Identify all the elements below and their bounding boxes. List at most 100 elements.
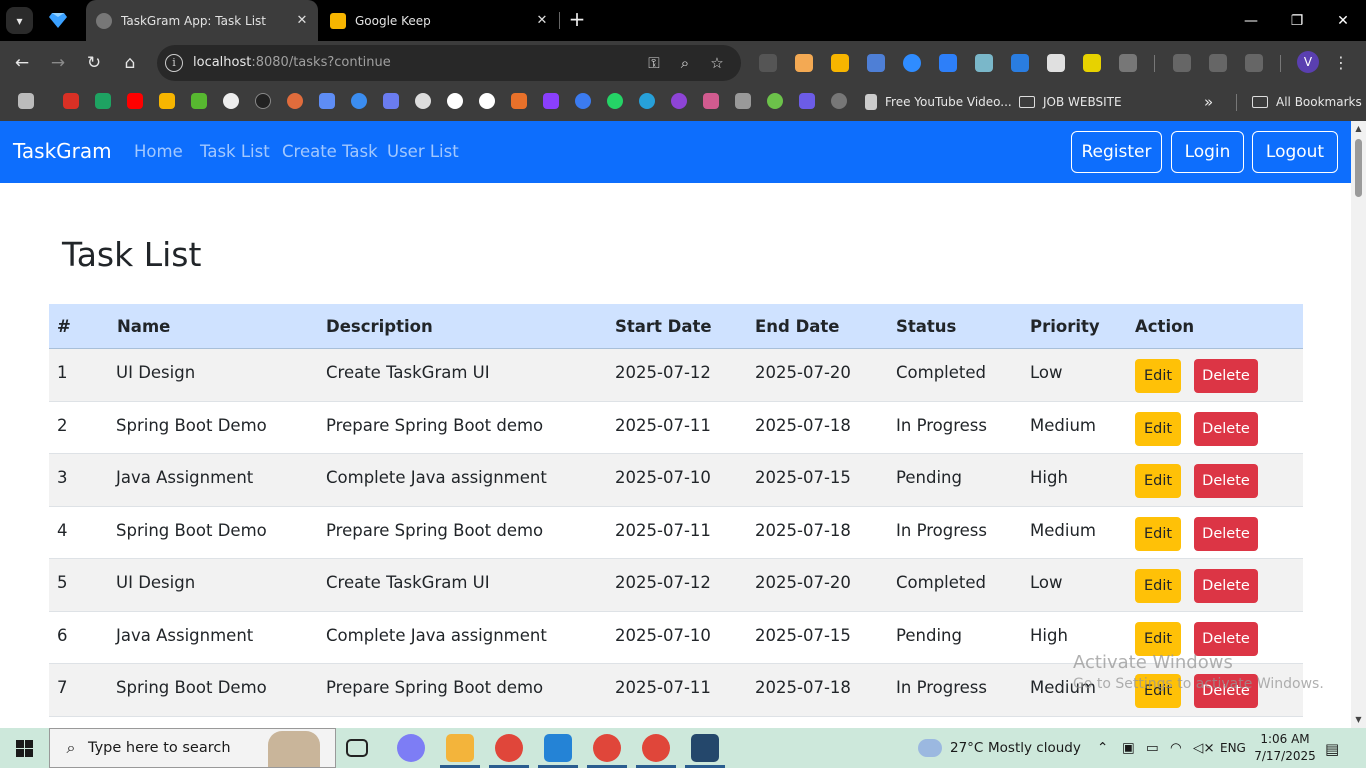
vscode-icon[interactable] [544,734,572,762]
close-window-icon[interactable]: ✕ [1320,0,1366,41]
delete-button[interactable]: Delete [1194,411,1258,446]
google-keep-extension-icon[interactable] [831,54,849,72]
scroll-down-arrow-icon[interactable]: ▼ [1354,715,1363,724]
edit-button[interactable]: Edit [1135,464,1181,498]
tab-taskgram[interactable]: TaskGram App: Task List ✕ [86,0,318,41]
restore-icon[interactable]: ❐ [1274,0,1320,41]
taskbar-search-box[interactable]: ⌕ Type here to search [49,728,336,768]
terminal-icon[interactable] [735,93,751,109]
address-bar[interactable]: i localhost:8080/tasks?continue ⚿ ⌕ ☆ [157,45,741,81]
language-indicator[interactable]: ENG [1220,741,1246,755]
whatsapp-icon[interactable] [607,93,623,109]
edit-button[interactable]: Edit [1135,411,1181,446]
google-keep-icon[interactable] [159,93,175,109]
news-extension-icon[interactable] [1047,54,1065,72]
weather-description[interactable]: Mostly cloudy [988,740,1081,756]
side-panel-icon[interactable] [1245,54,1263,72]
logout-button[interactable]: Logout [1252,131,1338,173]
gemini-icon[interactable] [319,93,335,109]
show-hidden-icons-chevron-icon[interactable]: ⌃ [1097,740,1108,756]
close-tab-icon[interactable]: ✕ [532,13,552,28]
extensions-puzzle-icon[interactable] [1119,54,1137,72]
bookmark-bars-icon[interactable] [703,93,719,109]
edit-button[interactable]: Edit [1135,516,1181,551]
back-arrow-icon[interactable]: ← [8,50,36,76]
translate-page-icon[interactable] [1209,54,1227,72]
taskbar-clock[interactable]: 1:06 AM 7/17/2025 [1250,731,1320,765]
weather-temperature[interactable]: 27°C [950,740,983,756]
job-extension-icon[interactable] [939,54,957,72]
translate-extension-icon[interactable] [867,54,885,72]
extension-icon[interactable] [795,54,813,72]
telegram-icon[interactable] [639,93,655,109]
profile-avatar[interactable]: V [1297,51,1319,73]
scroll-thumb[interactable] [1355,139,1362,197]
nav-link-user-list[interactable]: User List [387,142,459,161]
tab-search-chevron-icon[interactable]: ▾ [6,7,33,34]
copilot-taskbar-icon[interactable] [397,734,425,762]
nav-link-home[interactable]: Home [134,142,183,161]
sync-extension-icon[interactable] [1011,54,1029,72]
screenshot-icon[interactable] [1173,54,1191,72]
pinned-tab-gem-icon[interactable] [46,9,70,31]
password-key-icon[interactable]: ⚿ [644,53,664,73]
gmail-icon[interactable] [63,93,79,109]
google-drive-icon[interactable] [95,93,111,109]
home-icon[interactable]: ⌂ [116,50,144,76]
play-icon[interactable] [575,93,591,109]
bookmark-purple-icon[interactable] [543,93,559,109]
bookmark-m-icon[interactable] [511,93,527,109]
youtube-icon[interactable] [127,93,143,109]
bookmark-circle-icon[interactable] [479,93,495,109]
edit-button[interactable]: Edit [1135,621,1181,656]
login-button[interactable]: Login [1171,131,1244,173]
file-explorer-icon[interactable] [446,734,474,762]
tab-google-keep[interactable]: Google Keep ✕ [320,0,558,41]
new-tab-plus-icon[interactable]: + [566,8,588,32]
bookmark-violet-icon[interactable] [671,93,687,109]
claude-icon[interactable] [287,93,303,109]
bookmark-green-icon[interactable] [191,93,207,109]
screen-extension-icon[interactable] [975,54,993,72]
more-bookmarks-chevron-icon[interactable]: » [1204,93,1213,111]
meet-now-icon[interactable]: ▣ [1122,740,1135,756]
more-menu-icon[interactable]: ⋮ [1333,50,1349,76]
task-view-icon[interactable] [346,739,368,757]
zoom-icon[interactable]: ⌕ [675,53,695,73]
wifi-icon[interactable]: ◠ [1170,740,1182,756]
volume-muted-icon[interactable]: ◁× [1193,740,1215,756]
delete-button[interactable]: Delete [1194,516,1258,551]
delete-button[interactable]: Delete [1194,569,1258,603]
weather-cloud-icon[interactable] [918,739,942,757]
page-scrollbar[interactable]: ▲ ▼ [1351,121,1366,728]
nav-link-create-task[interactable]: Create Task [282,142,378,161]
bookmark-folder-job-website[interactable]: JOB WEBSITE [1019,93,1122,111]
gem-extension-icon[interactable] [903,54,921,72]
delete-button[interactable]: Delete [1194,464,1258,498]
all-bookmarks-folder[interactable]: All Bookmarks [1252,93,1362,111]
bookmark-dark-icon[interactable] [255,93,271,109]
windows-start-icon[interactable] [16,740,33,757]
mysql-workbench-icon[interactable] [691,734,719,762]
delete-button[interactable]: Delete [1194,621,1258,656]
chrome-icon[interactable] [593,734,621,762]
bookmark-slash-icon[interactable] [415,93,431,109]
spring-icon[interactable] [767,93,783,109]
bookmark-youtube-downloader[interactable]: Free YouTube Video... [865,93,1012,111]
site-info-icon[interactable]: i [165,54,183,72]
bookmark-star-icon[interactable]: ☆ [707,53,727,73]
delete-button[interactable]: Delete [1194,359,1258,393]
bookmark-white-icon[interactable] [447,93,463,109]
forward-arrow-icon[interactable]: → [44,50,72,76]
chatgpt-icon[interactable] [223,93,239,109]
picture-in-picture-icon[interactable] [759,54,777,72]
chrome-profile-icon[interactable] [495,734,523,762]
reload-icon[interactable]: ↻ [80,50,108,76]
close-tab-icon[interactable]: ✕ [292,13,312,28]
battery-icon[interactable]: ▭ [1146,740,1159,756]
nav-link-task-list[interactable]: Task List [200,142,270,161]
cursor-extension-icon[interactable] [1083,54,1101,72]
bookmark-hex-icon[interactable] [831,93,847,109]
address-url[interactable]: localhost:8080/tasks?continue [193,55,391,70]
apps-grid-icon[interactable] [18,93,34,109]
